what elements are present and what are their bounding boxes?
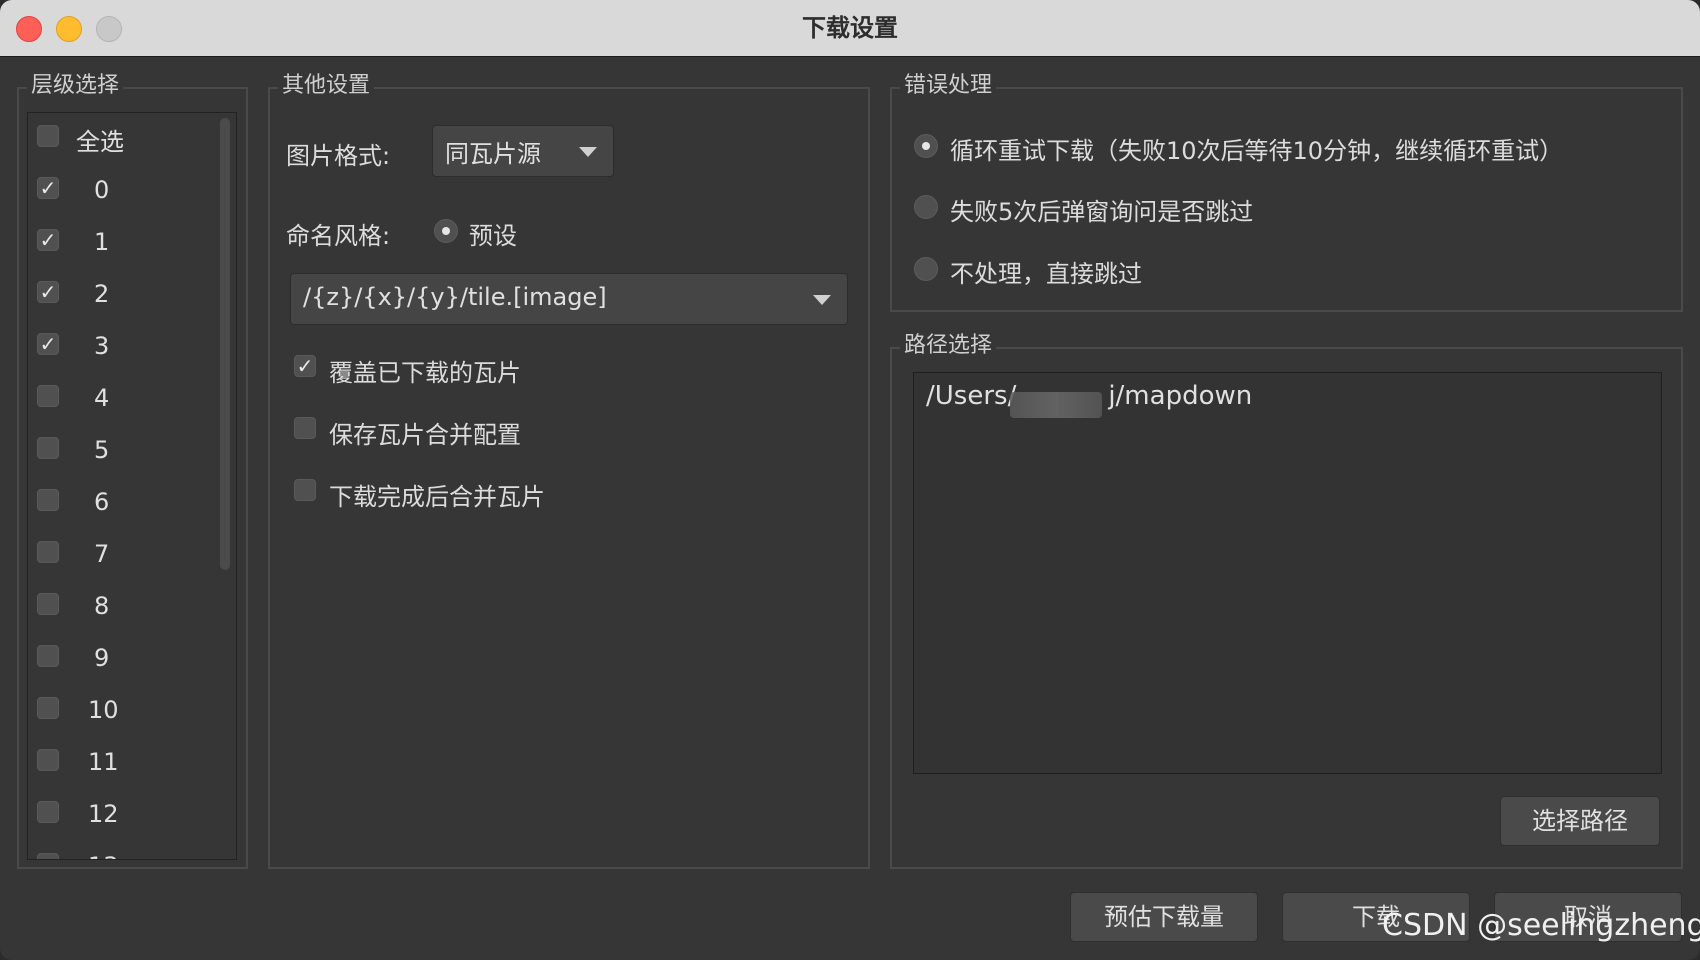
level-label: 4 (94, 384, 110, 412)
naming-template-value: /{z}/{x}/{y}/tile.[image] (303, 283, 607, 311)
level-label: 7 (94, 540, 110, 568)
level-label: 11 (88, 748, 119, 776)
skip-directly-label: 不处理，直接跳过 (950, 260, 1142, 288)
merge-after-download-checkbox[interactable] (294, 479, 316, 501)
level-checkbox[interactable] (37, 645, 59, 667)
image-format-label: 图片格式: (286, 142, 391, 170)
naming-style-label: 命名风格: (286, 222, 391, 250)
level-checkbox[interactable] (37, 437, 59, 459)
level-checkbox[interactable] (37, 541, 59, 563)
level-row[interactable]: 5 (28, 425, 218, 477)
naming-preset-radio[interactable] (434, 219, 458, 243)
save-merge-config-checkbox[interactable] (294, 417, 316, 439)
level-label: 8 (94, 592, 110, 620)
other-settings-title: 其他设置 (278, 71, 375, 101)
naming-preset-label: 预设 (469, 222, 517, 250)
naming-template-select[interactable]: /{z}/{x}/{y}/tile.[image] (290, 273, 848, 325)
level-row[interactable]: ✓ 0 (28, 165, 218, 217)
level-row[interactable]: 6 (28, 477, 218, 529)
level-row[interactable]: 10 (28, 685, 218, 737)
level-row[interactable]: 8 (28, 581, 218, 633)
path-prefix: /Users/ (926, 381, 1017, 411)
level-row[interactable]: 7 (28, 529, 218, 581)
level-checkbox[interactable] (37, 489, 59, 511)
level-label: 9 (94, 644, 110, 672)
level-row[interactable]: ✓ 2 (28, 269, 218, 321)
level-row[interactable]: 13 (28, 841, 218, 859)
level-row[interactable]: ✓ 3 (28, 321, 218, 373)
level-row[interactable]: 4 (28, 373, 218, 425)
level-row[interactable]: ✓ 1 (28, 217, 218, 269)
chevron-down-icon (813, 295, 831, 305)
select-all-checkbox[interactable] (37, 125, 59, 147)
level-checkbox[interactable] (37, 593, 59, 615)
level-checkbox[interactable] (37, 385, 59, 407)
image-format-select[interactable]: 同瓦片源 (432, 125, 614, 177)
save-merge-config-label: 保存瓦片合并配置 (329, 421, 521, 449)
level-label: 6 (94, 488, 110, 516)
level-checkbox[interactable]: ✓ (37, 229, 59, 251)
level-row[interactable]: 12 (28, 789, 218, 841)
level-checkbox[interactable] (37, 697, 59, 719)
estimate-download-button[interactable]: 预估下载量 (1070, 892, 1258, 942)
overwrite-checkbox[interactable]: ✓ (294, 355, 316, 377)
level-list[interactable]: 全选 ✓0✓1✓2✓345678910111213 (27, 112, 237, 860)
level-checkbox[interactable]: ✓ (37, 281, 59, 303)
choose-path-button[interactable]: 选择路径 (1500, 796, 1660, 846)
watermark: CSDN @seelingzheng (1382, 908, 1700, 943)
level-label: 13 (88, 852, 119, 859)
level-checkbox[interactable]: ✓ (37, 177, 59, 199)
ask-skip-radio[interactable] (914, 195, 938, 219)
level-selection-title: 层级选择 (27, 71, 124, 101)
path-suffix: j/mapdown (1108, 381, 1253, 411)
chevron-down-icon (579, 147, 597, 157)
level-label: 2 (94, 280, 110, 308)
overwrite-label: 覆盖已下载的瓦片 (329, 359, 521, 387)
select-all-row[interactable]: 全选 (28, 113, 218, 165)
level-checkbox[interactable] (37, 749, 59, 771)
title-bar: 下载设置 (0, 0, 1700, 57)
level-row[interactable]: 11 (28, 737, 218, 789)
skip-directly-radio[interactable] (914, 257, 938, 281)
retry-loop-label: 循环重试下载（失败10次后等待10分钟，继续循环重试） (950, 137, 1564, 165)
merge-after-download-label: 下载完成后合并瓦片 (329, 483, 545, 511)
download-settings-window: 下载设置 层级选择 全选 ✓0✓1✓2✓345678910111213 其他设置… (0, 0, 1700, 960)
level-checkbox[interactable] (37, 853, 59, 859)
ask-skip-label: 失败5次后弹窗询问是否跳过 (950, 198, 1254, 226)
retry-loop-radio[interactable] (914, 134, 938, 158)
level-label: 1 (94, 228, 110, 256)
level-label: 10 (88, 696, 119, 724)
level-label: 3 (94, 332, 110, 360)
level-label: 12 (88, 800, 119, 828)
error-handling-title: 错误处理 (900, 71, 997, 101)
path-display[interactable]: /Users/j/mapdown (913, 372, 1662, 774)
path-selection-title: 路径选择 (900, 331, 997, 361)
image-format-value: 同瓦片源 (445, 140, 541, 168)
select-all-label: 全选 (76, 128, 124, 156)
window-title: 下载设置 (802, 14, 898, 42)
level-checkbox[interactable] (37, 801, 59, 823)
level-row[interactable]: 9 (28, 633, 218, 685)
level-label: 0 (94, 176, 110, 204)
redacted-username (1010, 392, 1102, 418)
level-label: 5 (94, 436, 110, 464)
level-checkbox[interactable]: ✓ (37, 333, 59, 355)
level-list-scrollbar[interactable] (220, 118, 230, 570)
